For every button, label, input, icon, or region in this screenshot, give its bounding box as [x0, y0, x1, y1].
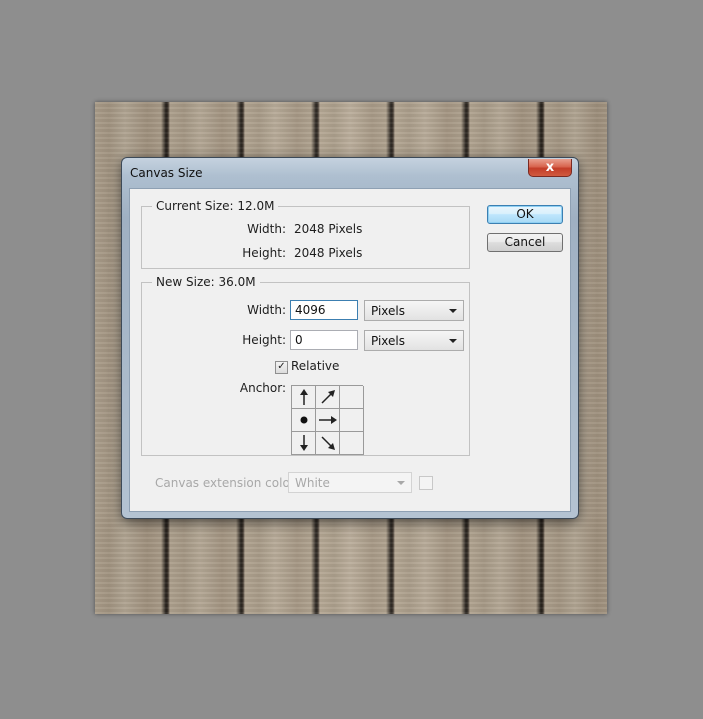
anchor-cell-top-left[interactable] [292, 386, 316, 409]
width-unit-value: Pixels [371, 304, 406, 318]
current-size-legend: Current Size: 12.0M [156, 199, 275, 213]
close-button[interactable]: x [528, 159, 572, 177]
width-unit-select[interactable]: Pixels [364, 300, 464, 321]
arrow-down-icon [299, 435, 308, 451]
cancel-button[interactable]: Cancel [487, 233, 563, 252]
chevron-down-icon [449, 309, 457, 313]
ok-button[interactable]: OK [487, 205, 563, 224]
anchor-label: Anchor: [239, 381, 286, 395]
chevron-down-icon [449, 339, 457, 343]
anchor-cell-bottom-center[interactable] [316, 432, 340, 455]
extension-color-swatch[interactable] [419, 476, 433, 490]
close-icon: x [545, 160, 555, 175]
extension-color-label: Canvas extension color: [155, 476, 299, 490]
dialog-title: Canvas Size [130, 166, 203, 180]
arrow-right-icon [318, 416, 337, 424]
canvas-size-dialog: Canvas Size x Current Size: 12.0M Width:… [121, 157, 579, 519]
chevron-down-icon [397, 481, 405, 485]
anchor-cell-bottom-left[interactable] [292, 432, 316, 455]
anchor-dot-icon [300, 416, 307, 424]
current-height-value: 2048 Pixels [294, 246, 363, 260]
anchor-cell-middle-right[interactable] [340, 409, 364, 432]
anchor-cell-middle-left[interactable] [292, 409, 316, 432]
extension-color-select[interactable]: White [288, 472, 412, 493]
anchor-cell-bottom-right[interactable] [340, 432, 364, 455]
current-size-group: Current Size: 12.0M Width: 2048 Pixels H… [141, 199, 470, 269]
new-size-group: New Size: 36.0M Width: 4096 Pixels Heigh… [141, 275, 470, 456]
height-unit-select[interactable]: Pixels [364, 330, 464, 351]
dialog-titlebar[interactable]: Canvas Size x [122, 158, 578, 188]
anchor-grid [291, 385, 364, 455]
height-unit-value: Pixels [371, 334, 406, 348]
relative-checkbox[interactable]: ✓ [275, 361, 288, 374]
new-height-label: Height: [242, 333, 286, 347]
current-width-value: 2048 Pixels [294, 222, 363, 236]
new-size-legend: New Size: 36.0M [156, 275, 256, 289]
dialog-client-area: Current Size: 12.0M Width: 2048 Pixels H… [129, 188, 571, 512]
current-width-label: Width: [247, 222, 286, 236]
width-input[interactable]: 4096 [290, 300, 358, 320]
checkmark-icon: ✓ [277, 361, 286, 372]
anchor-cell-top-center[interactable] [316, 386, 340, 409]
arrow-down-right-icon [320, 436, 335, 450]
anchor-cell-top-right[interactable] [340, 386, 364, 409]
extension-color-value: White [295, 476, 330, 490]
new-width-label: Width: [247, 303, 286, 317]
anchor-cell-center[interactable] [316, 409, 340, 432]
height-input[interactable]: 0 [290, 330, 358, 350]
arrow-up-right-icon [320, 390, 335, 404]
current-height-label: Height: [242, 246, 286, 260]
relative-label[interactable]: Relative [291, 359, 339, 373]
arrow-up-icon [299, 389, 308, 405]
